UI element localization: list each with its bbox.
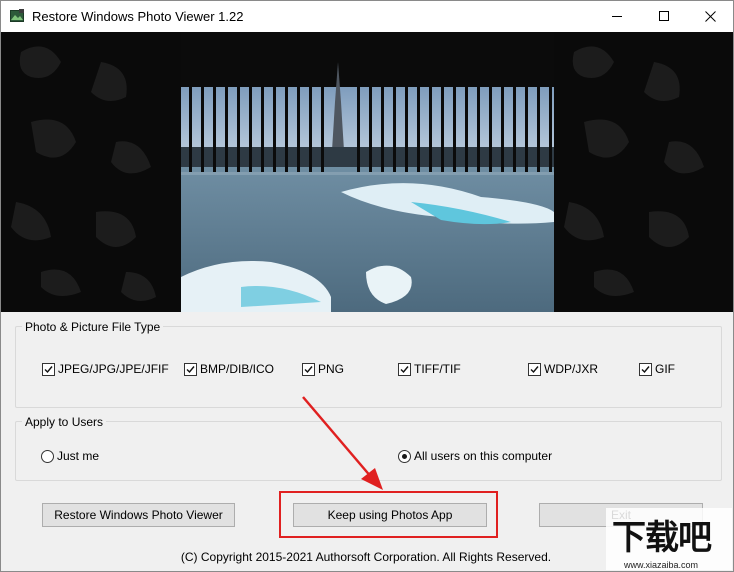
checkbox-box[interactable] <box>639 362 652 376</box>
maximize-icon <box>658 11 669 21</box>
close-icon <box>704 11 716 22</box>
checkbox-label: JPEG/JPG/JPE/JFIF <box>58 362 169 376</box>
banner-image <box>1 32 733 312</box>
checkbox-label: WDP/JXR <box>544 362 598 376</box>
radio-just-me[interactable]: Just me <box>41 449 99 463</box>
checkbox-box[interactable] <box>42 362 55 376</box>
checkbox-jpeg[interactable]: JPEG/JPG/JPE/JFIF <box>42 362 169 376</box>
radio-label: All users on this computer <box>414 449 553 463</box>
checkmark-icon <box>400 365 409 373</box>
checkmark-icon <box>186 365 195 373</box>
maximize-button[interactable] <box>641 1 687 32</box>
minimize-icon <box>611 16 622 17</box>
checkbox-label: GIF <box>655 362 675 376</box>
highlight-box <box>279 491 498 538</box>
checkbox-label: TIFF/TIF <box>414 362 461 376</box>
glacier-photo <box>181 32 554 312</box>
watermark-url: www.xiazaiba.com <box>624 560 699 570</box>
checkbox-png[interactable]: PNG <box>302 362 344 376</box>
minimize-button[interactable] <box>594 1 640 32</box>
app-window: Restore Windows Photo Viewer 1.22 Photo … <box>0 0 734 572</box>
checkbox-label: BMP/DIB/ICO <box>200 362 275 376</box>
close-button[interactable] <box>687 1 733 32</box>
checkbox-label: PNG <box>318 362 345 376</box>
checkmark-icon <box>304 365 313 373</box>
radio-selected-dot <box>402 453 407 459</box>
checkbox-box[interactable] <box>398 362 411 376</box>
checkbox-tiff[interactable]: TIFF/TIF <box>398 362 461 376</box>
decorative-pattern <box>1 32 181 312</box>
watermark-text: 下载吧 <box>612 519 712 557</box>
checkbox-gif[interactable]: GIF <box>639 362 675 376</box>
decorative-pattern <box>554 32 733 312</box>
checkbox-box[interactable] <box>302 362 315 376</box>
checkbox-wdp[interactable]: WDP/JXR <box>528 362 598 376</box>
restore-photo-viewer-button[interactable]: Restore Windows Photo Viewer <box>42 503 235 527</box>
checkbox-box[interactable] <box>184 362 197 376</box>
checkmark-icon <box>641 365 650 373</box>
radio-circle[interactable] <box>398 449 411 463</box>
apply-users-group-title: Apply to Users <box>22 415 107 429</box>
radio-all-users[interactable]: All users on this computer <box>398 449 552 463</box>
radio-label: Just me <box>57 449 100 463</box>
checkbox-box[interactable] <box>528 362 541 376</box>
file-type-group-title: Photo & Picture File Type <box>22 320 164 334</box>
apply-users-group: Apply to Users Just me All users on this… <box>15 415 722 481</box>
checkmark-icon <box>530 365 539 373</box>
checkmark-icon <box>44 365 53 373</box>
window-title: Restore Windows Photo Viewer 1.22 <box>32 9 244 24</box>
file-type-group: Photo & Picture File Type JPEG/JPG/JPE/J… <box>15 320 722 408</box>
radio-circle[interactable] <box>41 449 54 463</box>
title-bar[interactable]: Restore Windows Photo Viewer 1.22 <box>1 1 733 32</box>
checkbox-bmp[interactable]: BMP/DIB/ICO <box>184 362 274 376</box>
photo-viewer-icon <box>10 9 24 22</box>
